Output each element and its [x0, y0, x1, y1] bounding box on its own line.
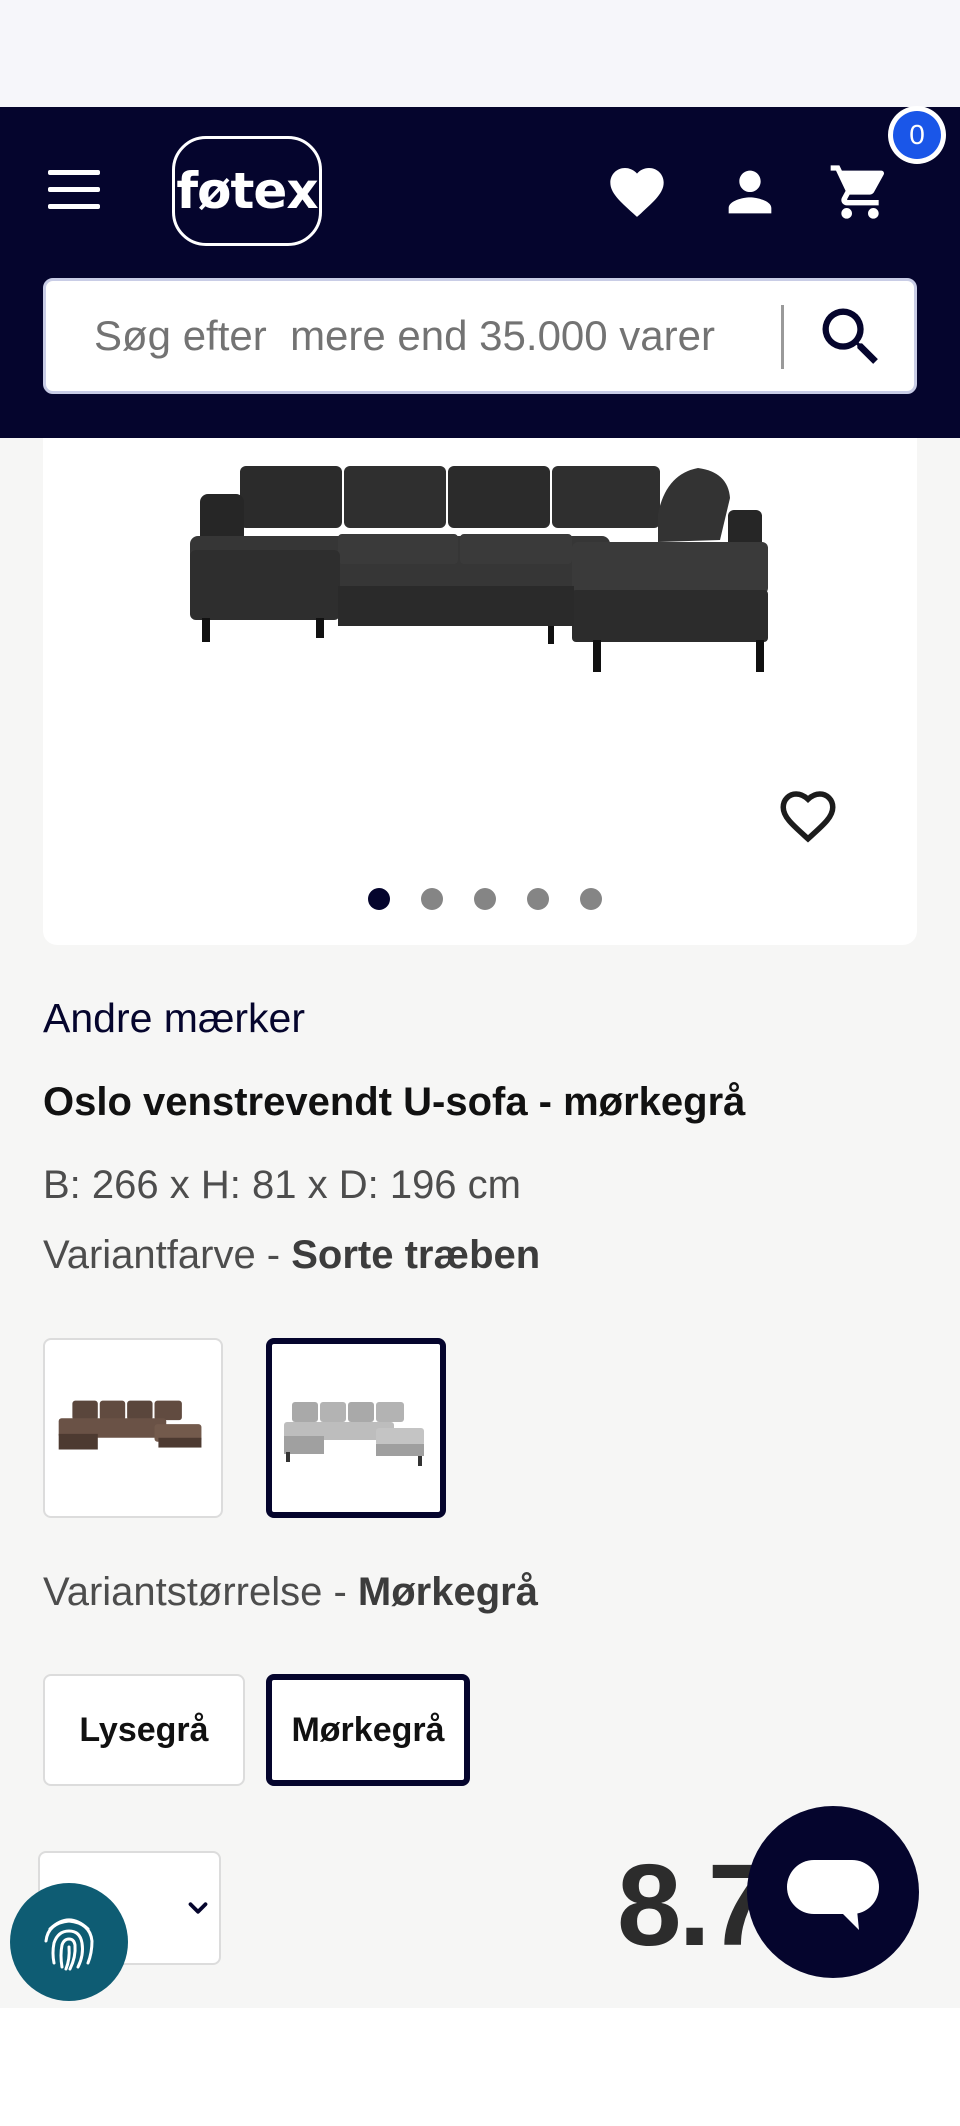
product-title: Oslo venstrevendt U-sofa - mørkegrå: [43, 1080, 746, 1124]
fingerprint-icon: [44, 1918, 94, 1971]
product-gallery: [43, 438, 917, 945]
gallery-dot[interactable]: [474, 888, 496, 910]
favorite-heart-icon[interactable]: [773, 783, 843, 849]
gallery-dot[interactable]: [527, 888, 549, 910]
product-dimensions: B: 266 x H: 81 x D: 196 cm: [43, 1163, 521, 1207]
size-option-morkegraa[interactable]: Mørkegrå: [266, 1674, 470, 1786]
cart-count: 0: [893, 111, 941, 159]
logo[interactable]: føtex: [172, 136, 322, 246]
search-icon[interactable]: [806, 299, 896, 375]
product-brand[interactable]: Andre mærker: [43, 995, 305, 1042]
variant-size-label: Variantstørrelse - Mørkegrå: [43, 1570, 538, 1615]
heart-icon[interactable]: [605, 160, 669, 224]
variant-color-label: Variantfarve - Sorte træben: [43, 1233, 540, 1278]
gallery-dots: [368, 888, 602, 912]
swatch-brown-image: [58, 1400, 202, 1450]
gallery-dot[interactable]: [580, 888, 602, 910]
user-icon[interactable]: [718, 160, 782, 224]
cart-icon[interactable]: [828, 160, 892, 224]
color-swatch-grey[interactable]: [266, 1338, 446, 1518]
chevron-down-icon: [188, 1902, 208, 1914]
color-swatch-brown[interactable]: [43, 1338, 223, 1518]
variant-color-label-text: Variantfarve -: [43, 1233, 292, 1277]
cart-count-badge: 0: [888, 106, 946, 164]
search-input[interactable]: [94, 281, 774, 391]
variant-size-label-text: Variantstørrelse -: [43, 1570, 358, 1614]
swatch-grey-image: [284, 1402, 424, 1466]
menu-icon[interactable]: [48, 170, 102, 210]
search-divider: [781, 305, 784, 369]
chat-icon: [787, 1860, 879, 1930]
variant-color-value: Sorte træben: [291, 1233, 541, 1277]
cookie-consent-button[interactable]: [10, 1883, 128, 2001]
bottom-area: [0, 2008, 960, 2126]
gallery-dot[interactable]: [421, 888, 443, 910]
search-bar: [43, 278, 917, 394]
chat-button[interactable]: [747, 1806, 919, 1978]
product-image[interactable]: [188, 450, 778, 690]
status-bar: [0, 0, 960, 107]
size-option-lysegraa[interactable]: Lysegrå: [43, 1674, 245, 1786]
gallery-dot[interactable]: [368, 888, 390, 910]
variant-size-value: Mørkegrå: [357, 1570, 538, 1614]
